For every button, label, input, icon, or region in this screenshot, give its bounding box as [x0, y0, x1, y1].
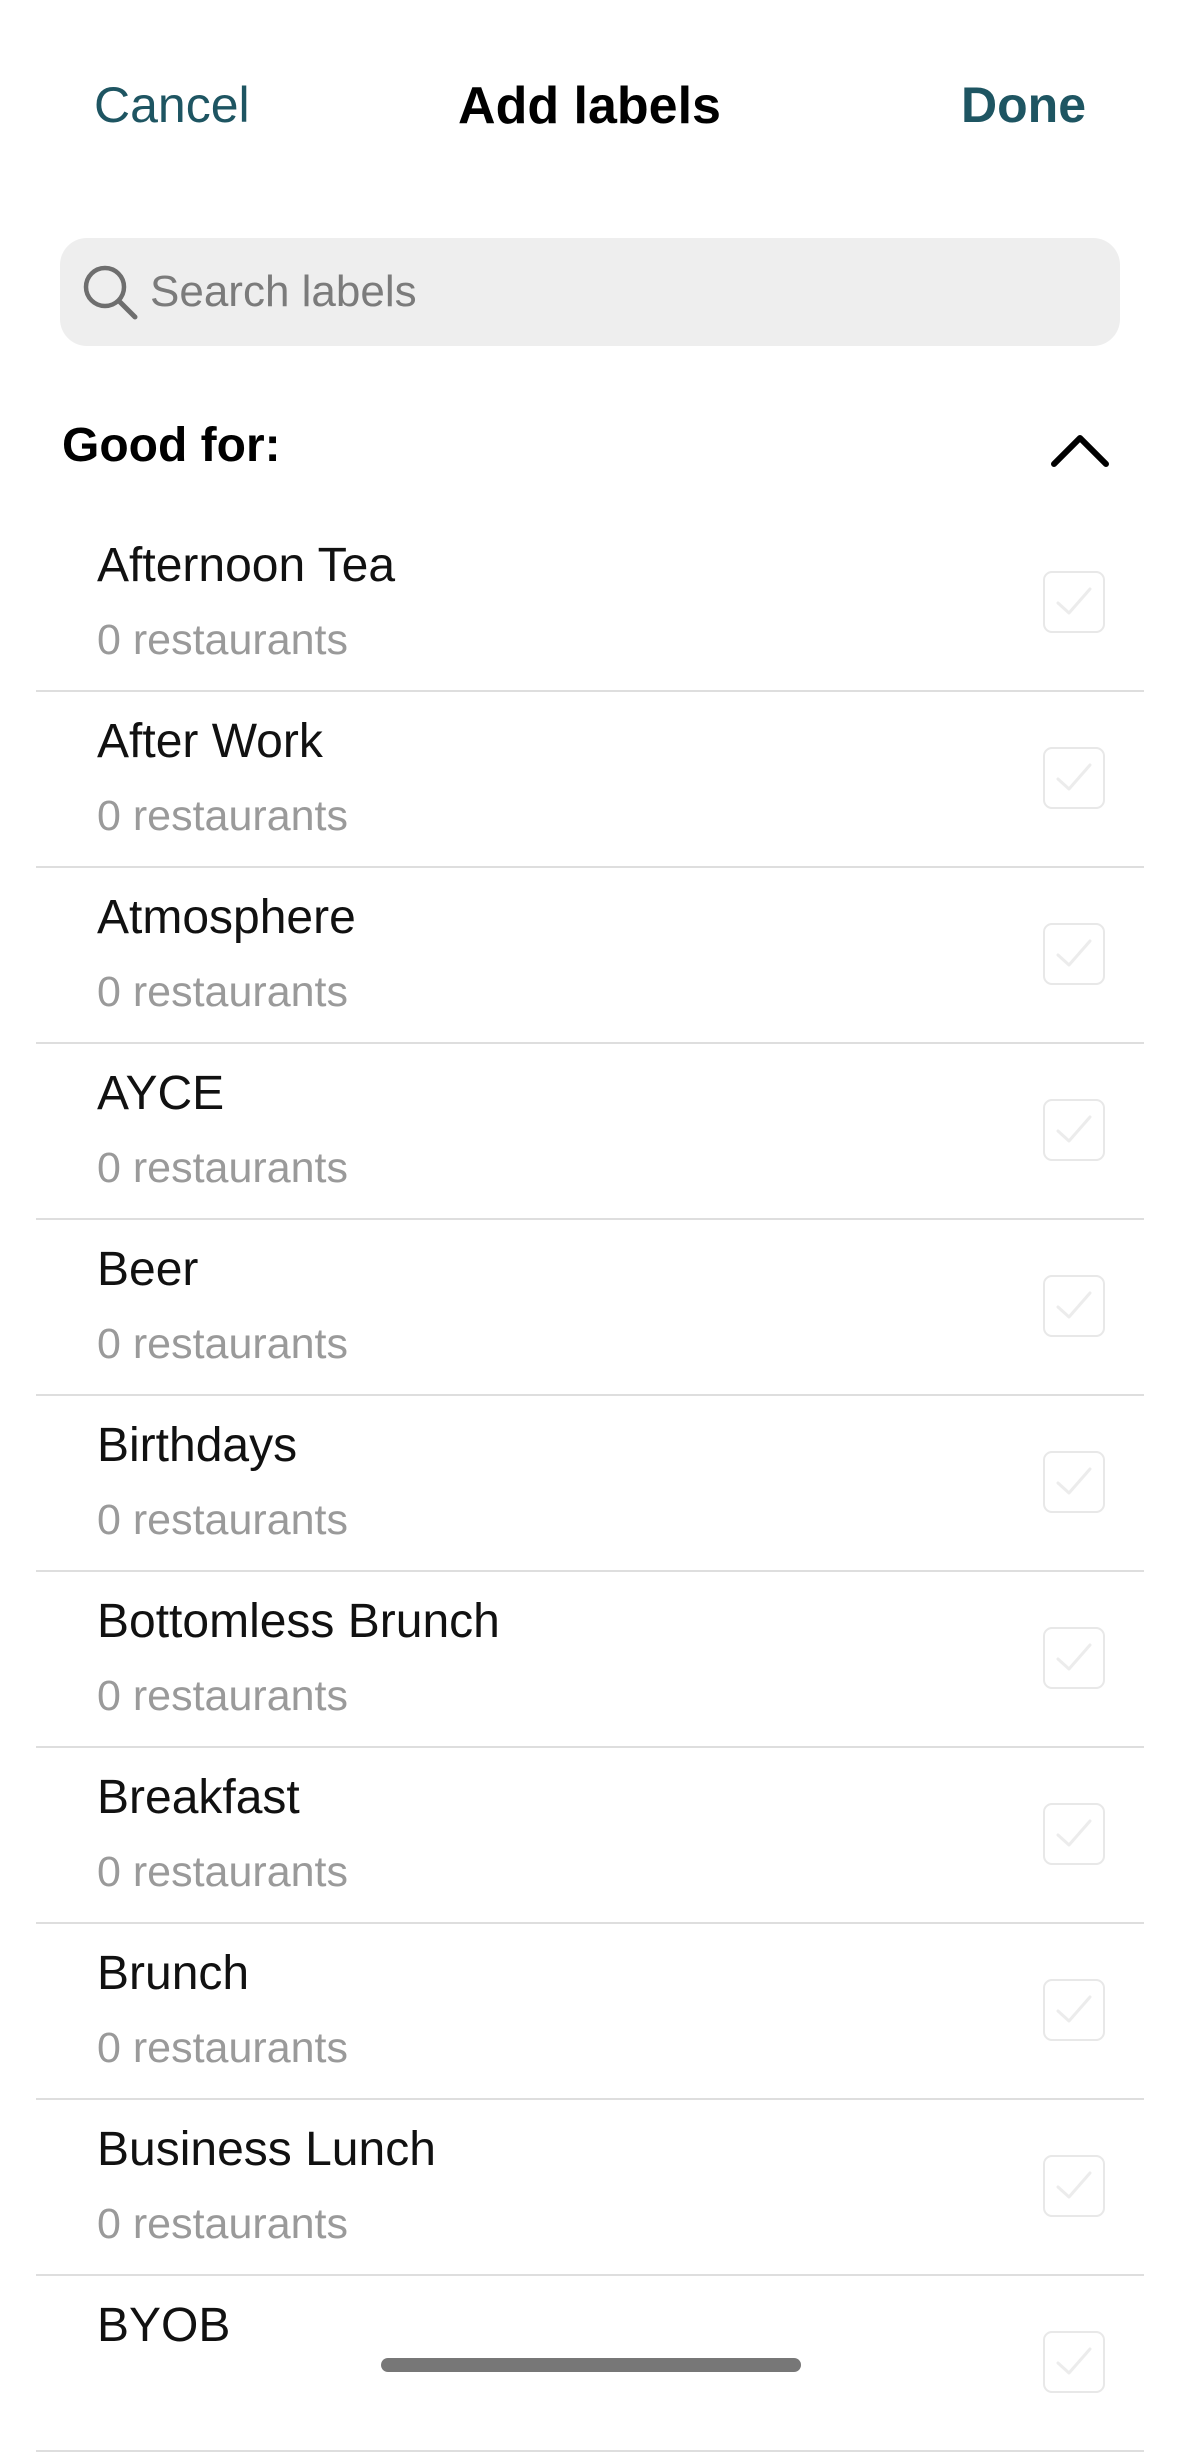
label-checkbox[interactable] [1043, 1099, 1105, 1161]
checkmark-icon [1056, 763, 1092, 791]
checkmark-icon [1056, 1643, 1092, 1671]
label-row[interactable]: After Work 0 restaurants [36, 692, 1144, 868]
label-checkbox[interactable] [1043, 2331, 1105, 2393]
label-row[interactable]: AYCE 0 restaurants [36, 1044, 1144, 1220]
label-row[interactable]: Afternoon Tea 0 restaurants [36, 516, 1144, 692]
label-row[interactable]: Atmosphere 0 restaurants [36, 868, 1144, 1044]
home-indicator [381, 2358, 801, 2372]
label-count: 0 restaurants [97, 1848, 348, 1896]
label-checkbox[interactable] [1043, 2155, 1105, 2217]
label-row[interactable]: Beer 0 restaurants [36, 1220, 1144, 1396]
label-count: 0 restaurants [97, 1144, 348, 1192]
label-list: Afternoon Tea 0 restaurants After Work 0… [36, 516, 1144, 2452]
label-checkbox[interactable] [1043, 1275, 1105, 1337]
checkmark-icon [1056, 1467, 1092, 1495]
label-name: Afternoon Tea [97, 539, 396, 592]
label-name: After Work [97, 715, 323, 768]
checkmark-icon [1056, 939, 1092, 967]
label-name: Beer [97, 1243, 199, 1296]
label-checkbox[interactable] [1043, 1627, 1105, 1689]
label-name: AYCE [97, 1067, 225, 1120]
label-row[interactable]: Birthdays 0 restaurants [36, 1396, 1144, 1572]
label-count: 0 restaurants [97, 2024, 348, 2072]
label-checkbox[interactable] [1043, 1451, 1105, 1513]
label-name: BYOB [97, 2299, 231, 2352]
label-count: 0 restaurants [97, 1320, 348, 1368]
label-checkbox[interactable] [1043, 571, 1105, 633]
label-count: 0 restaurants [97, 968, 348, 1016]
checkmark-icon [1056, 2347, 1092, 2375]
label-name: Birthdays [97, 1419, 298, 1472]
label-row[interactable]: Breakfast 0 restaurants [36, 1748, 1144, 1924]
nav-bar: Cancel Add labels Done [0, 0, 1179, 215]
label-row[interactable]: Brunch 0 restaurants [36, 1924, 1144, 2100]
label-name: Brunch [97, 1947, 250, 2000]
search-icon [80, 262, 140, 322]
label-checkbox[interactable] [1043, 747, 1105, 809]
done-button[interactable]: Done [961, 76, 1086, 134]
checkmark-icon [1056, 1995, 1092, 2023]
label-checkbox[interactable] [1043, 1803, 1105, 1865]
checkmark-icon [1056, 2171, 1092, 2199]
label-count: 0 restaurants [97, 2200, 348, 2248]
label-checkbox[interactable] [1043, 1979, 1105, 2041]
label-name: Atmosphere [97, 891, 356, 944]
cancel-button[interactable]: Cancel [94, 76, 250, 134]
label-count: 0 restaurants [97, 616, 348, 664]
label-checkbox[interactable] [1043, 923, 1105, 985]
label-count: 0 restaurants [97, 792, 348, 840]
label-name: Business Lunch [97, 2123, 436, 2176]
label-name: Breakfast [97, 1771, 300, 1824]
chevron-up-icon [1040, 435, 1120, 485]
checkmark-icon [1056, 1115, 1092, 1143]
label-count: 0 restaurants [97, 1496, 348, 1544]
checkmark-icon [1056, 1819, 1092, 1847]
label-name: Bottomless Brunch [97, 1595, 500, 1648]
section-title: Good for: [62, 419, 281, 472]
search-input[interactable] [150, 238, 1090, 346]
search-bar[interactable] [60, 238, 1120, 346]
collapse-section-button[interactable] [1040, 418, 1120, 482]
label-row[interactable]: Business Lunch 0 restaurants [36, 2100, 1144, 2276]
checkmark-icon [1056, 587, 1092, 615]
label-count: 0 restaurants [97, 1672, 348, 1720]
label-row[interactable]: Bottomless Brunch 0 restaurants [36, 1572, 1144, 1748]
section-header-good-for[interactable]: Good for: [60, 410, 1120, 490]
checkmark-icon [1056, 1291, 1092, 1319]
